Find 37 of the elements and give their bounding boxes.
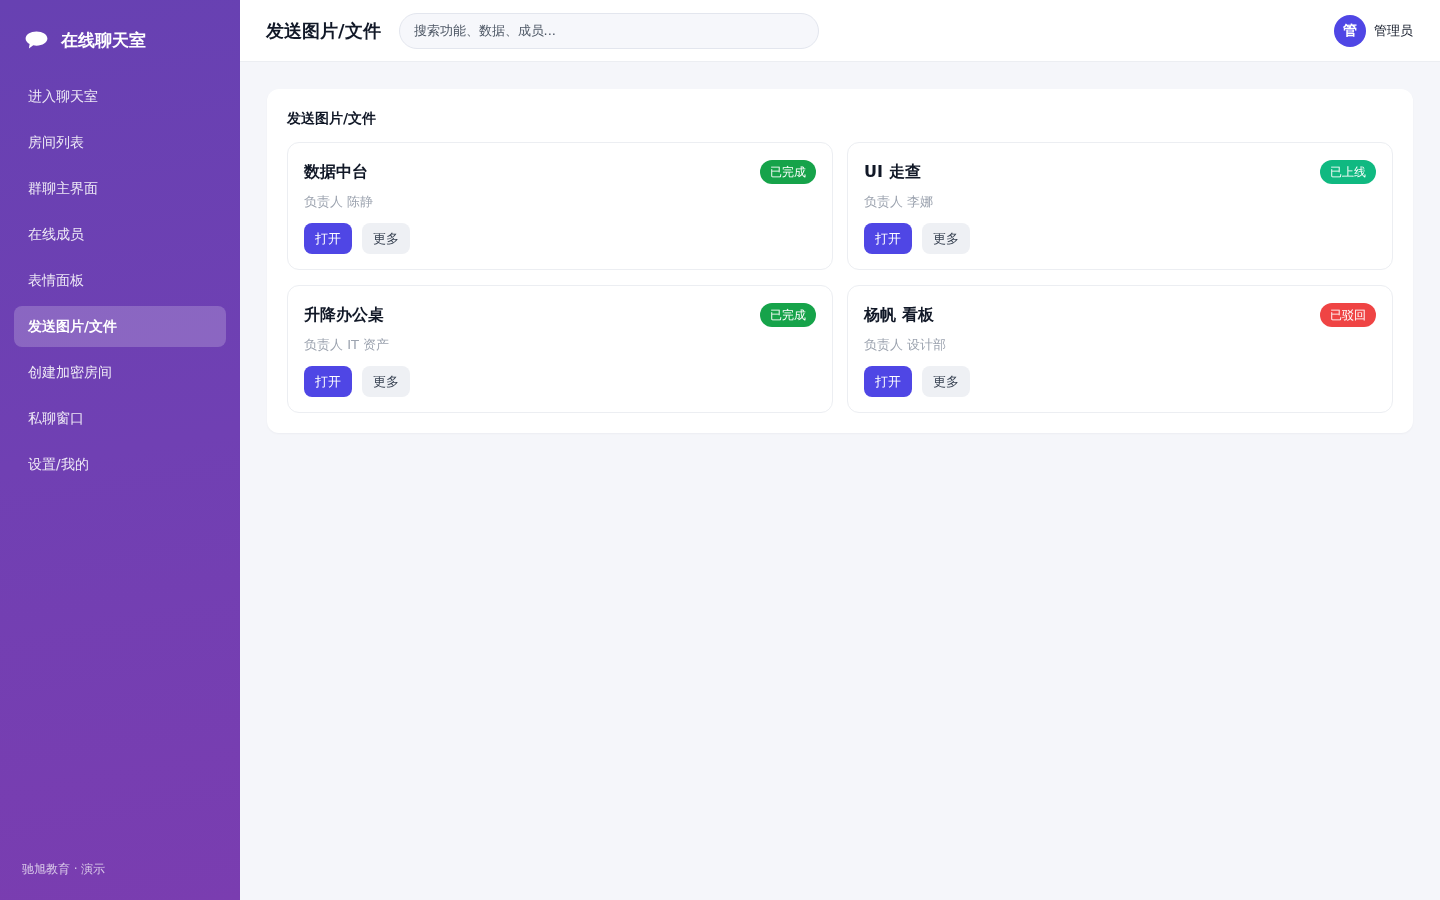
sidebar-item[interactable]: 设置/我的 (14, 444, 226, 485)
sidebar-item[interactable]: 创建加密房间 (14, 352, 226, 393)
more-button[interactable]: 更多 (362, 366, 410, 397)
sidebar-item[interactable]: 发送图片/文件 (14, 306, 226, 347)
status-badge: 已完成 (760, 303, 816, 327)
sidebar-item[interactable]: 私聊窗口 (14, 398, 226, 439)
more-button[interactable]: 更多 (362, 223, 410, 254)
sidebar-item[interactable]: 表情面板 (14, 260, 226, 301)
sidebar-item[interactable]: 群聊主界面 (14, 168, 226, 209)
more-button[interactable]: 更多 (922, 223, 970, 254)
avatar-icon[interactable]: 管 (1334, 14, 1366, 47)
app-title: 在线聊天室 (61, 28, 146, 52)
owner-text: 负责人 陈静 (304, 194, 375, 210)
status-badge: 已上线 (1320, 160, 1376, 184)
card-title: 杨帆 看板 (864, 304, 934, 326)
chat-bubble-icon (25, 31, 48, 49)
footer-text: 驰旭教育 · 演示 (21, 861, 107, 878)
card-title: 升降办公桌 (304, 304, 384, 326)
user-name: 管理员 (1374, 21, 1413, 40)
page-title: 发送图片/文件 (266, 18, 381, 43)
sidebar-item[interactable]: 进入聊天室 (14, 76, 226, 117)
open-button[interactable]: 打开 (304, 366, 352, 397)
open-button[interactable]: 打开 (864, 366, 912, 397)
owner-text: 负责人 IT 资产 (304, 337, 391, 353)
sidebar-item[interactable]: 房间列表 (14, 122, 226, 163)
open-button[interactable]: 打开 (864, 223, 912, 254)
status-badge: 已驳回 (1320, 303, 1376, 327)
card-title: 数据中台 (304, 161, 368, 183)
owner-text: 负责人 设计部 (864, 337, 948, 353)
owner-text: 负责人 李娜 (864, 194, 935, 210)
sidebar-item[interactable]: 在线成员 (14, 214, 226, 255)
status-badge: 已完成 (760, 160, 816, 184)
more-button[interactable]: 更多 (922, 366, 970, 397)
panel-title: 发送图片/文件 (287, 109, 378, 128)
search-field[interactable]: 搜索功能、数据、成员... (398, 12, 819, 49)
open-button[interactable]: 打开 (304, 223, 352, 254)
card-title: UI 走查 (864, 161, 921, 183)
